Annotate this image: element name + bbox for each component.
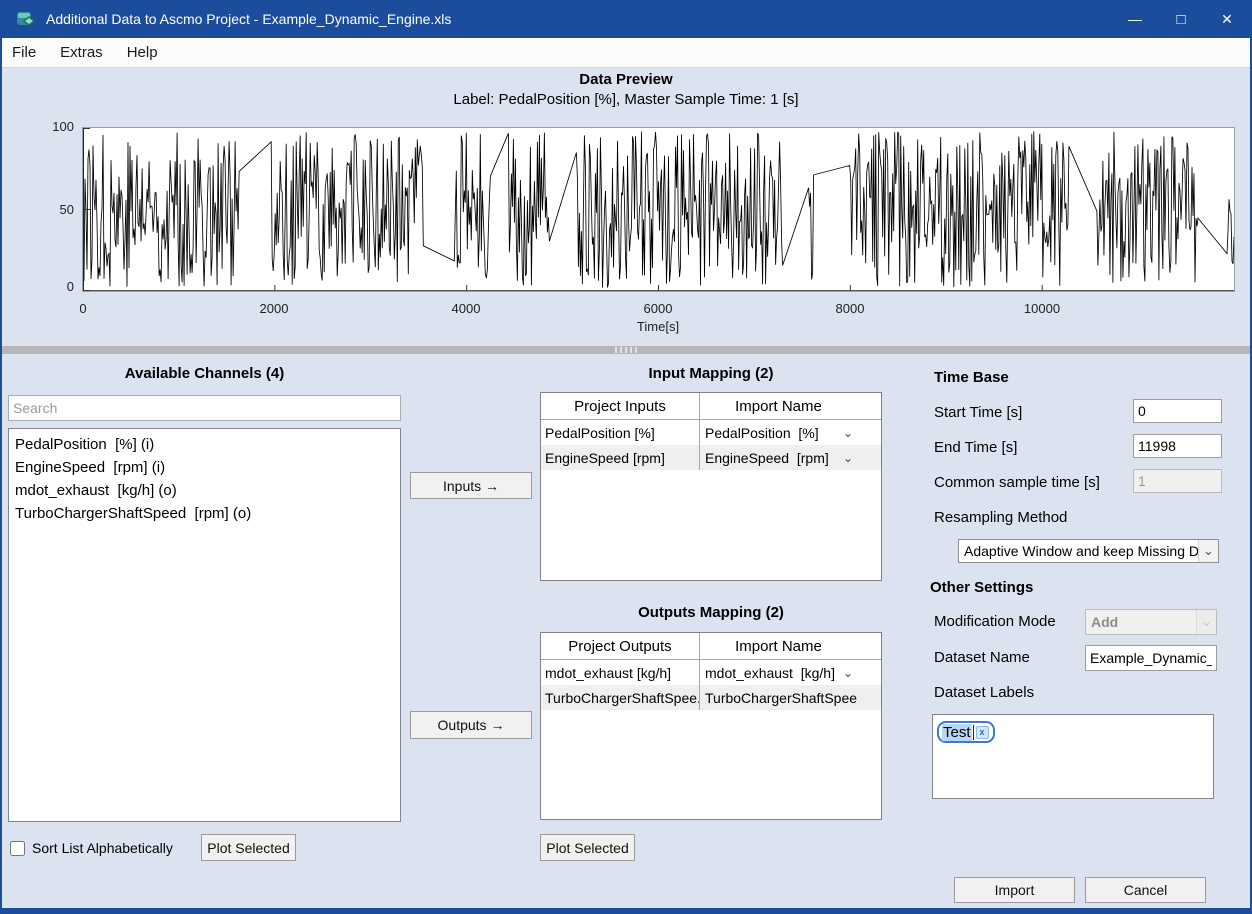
column-header: Import Name xyxy=(700,633,857,659)
dataset-labels-label: Dataset Labels xyxy=(934,684,1034,701)
dataset-labels-box[interactable]: Test x xyxy=(932,714,1214,799)
table-row: mdot_exhaust [kg/h] mdot_exhaust [kg/h] … xyxy=(541,660,881,685)
dataset-name-label: Dataset Name xyxy=(934,649,1030,666)
input-mapping-table: Project Inputs Import Name PedalPosition… xyxy=(540,392,882,581)
available-channels-heading: Available Channels (4) xyxy=(2,365,407,382)
close-icon[interactable]: ✕ xyxy=(1204,0,1250,38)
list-item[interactable]: TurboChargerShaftSpeed [rpm] (o) xyxy=(9,502,400,525)
chevron-down-icon: ⌄ xyxy=(1196,610,1216,634)
dataset-name-field[interactable] xyxy=(1085,645,1217,671)
splitter-handle[interactable] xyxy=(615,347,637,353)
import-name-value: PedalPosition [%] xyxy=(705,425,819,441)
column-header: Project Inputs xyxy=(541,393,700,419)
minimize-icon[interactable]: — xyxy=(1112,0,1158,38)
import-name-cell[interactable]: EngineSpeed [rpm] ⌄ xyxy=(700,445,857,470)
resampling-method-select[interactable]: Adaptive Window and keep Missing Data ⌄ xyxy=(958,539,1219,563)
app-icon xyxy=(16,9,36,29)
common-sample-time-field xyxy=(1133,469,1222,493)
plot-selected-channels-button[interactable]: Plot Selected xyxy=(201,834,296,861)
chevron-down-icon[interactable]: ⌄ xyxy=(843,666,857,680)
column-header: Import Name xyxy=(700,393,857,419)
chevron-down-icon[interactable]: ⌄ xyxy=(843,426,857,440)
import-name-value: mdot_exhaust [kg/h] xyxy=(705,665,835,681)
x-tick-0: 0 xyxy=(79,301,86,316)
modification-mode-label: Modification Mode xyxy=(934,613,1056,630)
menu-file[interactable]: File xyxy=(2,38,48,67)
resampling-method-label: Resampling Method xyxy=(934,509,1067,526)
remove-tag-icon[interactable]: x xyxy=(976,726,989,739)
start-time-label: Start Time [s] xyxy=(934,404,1022,421)
resampling-method-value: Adaptive Window and keep Missing Data xyxy=(959,543,1198,559)
outputs-mapping-header-row: Project Outputs Import Name xyxy=(541,633,881,660)
preview-plot[interactable] xyxy=(82,127,1235,292)
channel-list[interactable]: PedalPosition [%] (i) EngineSpeed [rpm] … xyxy=(8,428,401,822)
inputs-transfer-button[interactable]: Inputs → xyxy=(410,472,532,499)
y-tick-50: 50 xyxy=(34,202,74,217)
import-name-cell[interactable]: TurboChargerShaftSpee ⌄ xyxy=(700,685,857,710)
project-input-cell[interactable]: PedalPosition [%] xyxy=(541,420,700,445)
chevron-down-icon[interactable]: ⌄ xyxy=(1198,540,1218,562)
preview-plot-canvas xyxy=(83,128,1234,291)
start-time-field[interactable] xyxy=(1133,399,1222,423)
dialog-window: Additional Data to Ascmo Project - Examp… xyxy=(0,0,1252,914)
project-input-cell[interactable]: EngineSpeed [rpm] xyxy=(541,445,700,470)
import-button[interactable]: Import xyxy=(954,877,1075,903)
list-item[interactable]: EngineSpeed [rpm] (i) xyxy=(9,456,400,479)
y-tick-100: 100 xyxy=(34,119,74,134)
preview-subtitle: Label: PedalPosition [%], Master Sample … xyxy=(2,91,1250,108)
x-tick-8000: 8000 xyxy=(836,301,865,316)
input-mapping-heading: Input Mapping (2) xyxy=(540,365,882,382)
menu-help[interactable]: Help xyxy=(115,38,170,67)
common-sample-time-label: Common sample time [s] xyxy=(934,474,1100,491)
end-time-field[interactable] xyxy=(1133,434,1222,458)
import-name-cell[interactable]: PedalPosition [%] ⌄ xyxy=(700,420,857,445)
outputs-mapping-heading: Outputs Mapping (2) xyxy=(540,604,882,621)
list-item[interactable]: mdot_exhaust [kg/h] (o) xyxy=(9,479,400,502)
table-row: EngineSpeed [rpm] EngineSpeed [rpm] ⌄ xyxy=(541,445,881,470)
text-caret xyxy=(973,725,974,740)
import-name-value: EngineSpeed [rpm] xyxy=(705,450,829,466)
list-item[interactable]: PedalPosition [%] (i) xyxy=(9,433,400,456)
cancel-button[interactable]: Cancel xyxy=(1085,877,1206,903)
import-name-value: TurboChargerShaftSpee xyxy=(705,690,857,706)
menu-bar: File Extras Help xyxy=(2,38,1250,68)
tag-text: Test xyxy=(942,724,972,741)
column-header: Project Outputs xyxy=(541,633,700,659)
search-input[interactable] xyxy=(8,395,401,421)
x-tick-10000: 10000 xyxy=(1024,301,1060,316)
modification-mode-value: Add xyxy=(1086,614,1196,630)
preview-title: Data Preview xyxy=(2,71,1250,88)
maximize-icon[interactable]: □ xyxy=(1158,0,1204,38)
title-bar[interactable]: Additional Data to Ascmo Project - Examp… xyxy=(2,0,1250,38)
sort-alphabetically-label: Sort List Alphabetically xyxy=(32,840,173,856)
end-time-label: End Time [s] xyxy=(934,439,1017,456)
import-name-cell[interactable]: mdot_exhaust [kg/h] ⌄ xyxy=(700,660,857,685)
table-row: TurboChargerShaftSpee... TurboChargerSha… xyxy=(541,685,881,710)
x-tick-4000: 4000 xyxy=(452,301,481,316)
sort-alphabetically-checkbox[interactable] xyxy=(10,841,25,856)
dataset-label-tag[interactable]: Test x xyxy=(937,721,995,743)
input-mapping-header-row: Project Inputs Import Name xyxy=(541,393,881,420)
x-tick-2000: 2000 xyxy=(260,301,289,316)
window-title: Additional Data to Ascmo Project - Examp… xyxy=(46,11,451,27)
outputs-transfer-button[interactable]: Outputs → xyxy=(410,711,532,739)
outputs-mapping-table: Project Outputs Import Name mdot_exhaust… xyxy=(540,632,882,820)
y-tick-0: 0 xyxy=(34,279,74,294)
menu-extras[interactable]: Extras xyxy=(48,38,115,67)
x-tick-6000: 6000 xyxy=(644,301,673,316)
time-base-heading: Time Base xyxy=(934,369,1009,386)
sort-alphabetically-row: Sort List Alphabetically xyxy=(10,840,173,856)
other-settings-heading: Other Settings xyxy=(930,579,1033,596)
horizontal-splitter[interactable] xyxy=(2,346,1250,354)
plot-selected-mapping-button[interactable]: Plot Selected xyxy=(540,834,635,861)
modification-mode-select: Add ⌄ xyxy=(1085,609,1217,635)
chevron-down-icon[interactable]: ⌄ xyxy=(843,451,857,465)
project-output-cell[interactable]: TurboChargerShaftSpee... xyxy=(541,685,700,710)
x-axis-label: Time[s] xyxy=(637,319,679,334)
table-row: PedalPosition [%] PedalPosition [%] ⌄ xyxy=(541,420,881,445)
project-output-cell[interactable]: mdot_exhaust [kg/h] xyxy=(541,660,700,685)
